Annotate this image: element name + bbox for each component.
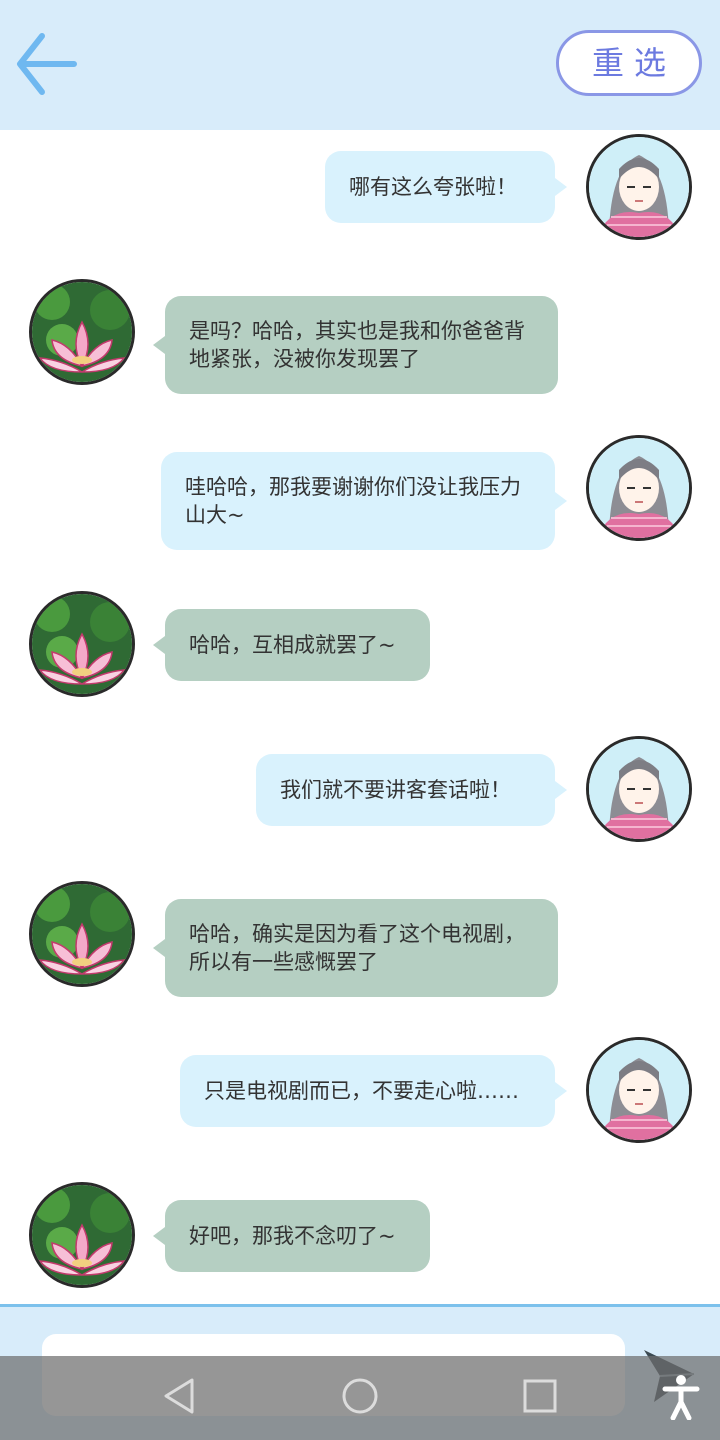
lotus-avatar-icon[interactable]: [29, 279, 135, 385]
square-recents-icon: [523, 1379, 557, 1413]
message-bubble-me: 哇哈哈，那我要谢谢你们没让我压力山大~: [161, 452, 567, 550]
message-bubble-mom: 哈哈，确实是因为看了这个电视剧，所以有一些感慨罢了: [153, 899, 558, 997]
message-bubble-mom: 哈哈，互相成就罢了~: [153, 609, 430, 681]
back-button[interactable]: [12, 28, 82, 100]
reset-button[interactable]: 重选: [556, 30, 702, 96]
message-text: 哈哈，互相成就罢了~: [189, 633, 396, 657]
system-back-button[interactable]: [158, 1374, 202, 1418]
accessibility-icon: [662, 1375, 700, 1421]
message-text: 哇哈哈，那我要谢谢你们没让我压力山大~: [185, 475, 521, 527]
message-bubble-mom: 是吗？哈哈，其实也是我和你爸爸背地紧张，没被你发现罢了: [153, 296, 558, 394]
arrow-left-icon: [17, 33, 77, 95]
girl-avatar-icon[interactable]: [586, 1037, 692, 1143]
lotus-avatar-icon[interactable]: [29, 591, 135, 697]
header-bar: 重选: [0, 0, 720, 130]
girl-avatar-icon[interactable]: [586, 736, 692, 842]
message-bubble-me: 我们就不要讲客套话啦！: [256, 754, 567, 826]
message-text: 是吗？哈哈，其实也是我和你爸爸背地紧张，没被你发现罢了: [189, 319, 525, 371]
system-recents-button[interactable]: [518, 1374, 562, 1418]
girl-avatar-icon[interactable]: [586, 134, 692, 240]
triangle-back-icon: [164, 1378, 194, 1414]
message-text: 哈哈，确实是因为看了这个电视剧，所以有一些感慨罢了: [189, 922, 525, 974]
lotus-avatar-icon[interactable]: [29, 1182, 135, 1288]
circle-home-icon: [342, 1378, 378, 1414]
accessibility-button[interactable]: [662, 1374, 700, 1421]
system-home-button[interactable]: [338, 1374, 382, 1418]
message-bubble-me: 哪有这么夸张啦！: [325, 151, 567, 223]
girl-avatar-icon[interactable]: [586, 435, 692, 541]
system-nav-bar: [0, 1356, 720, 1440]
message-bubble-mom: 好吧，那我不念叨了~: [153, 1200, 430, 1272]
message-text: 只是电视剧而已，不要走心啦……: [204, 1079, 519, 1103]
chat-area[interactable]: 哪有这么夸张啦！ 是吗？哈哈，其实也是我和你爸爸背地紧张，没被你发现罢了 哇哈哈…: [0, 130, 720, 1305]
message-text: 我们就不要讲客套话啦！: [280, 778, 511, 802]
lotus-avatar-icon[interactable]: [29, 881, 135, 987]
message-bubble-me: 只是电视剧而已，不要走心啦……: [180, 1055, 567, 1127]
message-text: 哪有这么夸张啦！: [349, 175, 517, 199]
message-text: 好吧，那我不念叨了~: [189, 1224, 396, 1248]
